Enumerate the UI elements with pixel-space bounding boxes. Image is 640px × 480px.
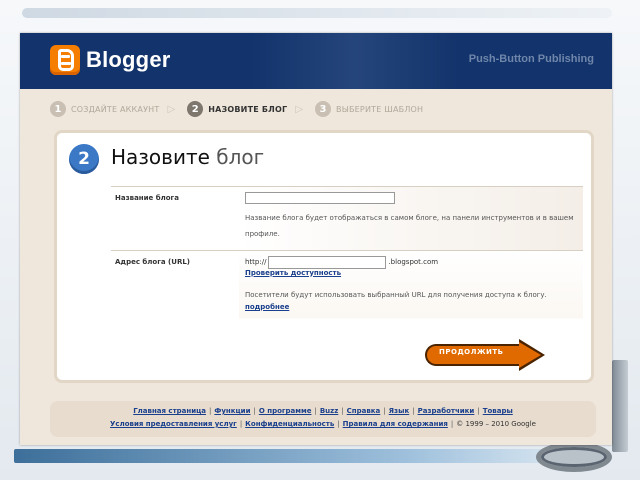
blog-address-label: Адрес блога (URL) (111, 249, 239, 319)
blog-name-hint: Название блога будет отображаться в само… (245, 213, 574, 238)
footer-link-language[interactable]: Язык (389, 407, 410, 415)
step-arrow-icon: ▷ (295, 103, 304, 115)
arrow-right-icon-fill (519, 342, 541, 368)
footer-link-about[interactable]: О программе (259, 407, 312, 415)
check-availability-link[interactable]: Проверить доступность (245, 269, 341, 277)
blog-name-row: Название блога Название блога будет отоб… (111, 186, 583, 250)
url-prefix: http:// (245, 258, 267, 266)
copyright: © 1999 – 2010 Google (456, 420, 536, 428)
slide-decoration-top (22, 8, 612, 18)
slide-decoration-ring (536, 442, 612, 472)
continue-button[interactable]: ПРОДОЛЖИТЬ (425, 339, 549, 373)
header: Blogger Push-Button Publishing (20, 33, 612, 89)
blog-name-input[interactable] (245, 192, 395, 204)
step-create-account: 1 СОЗДАЙТЕ АККАУНТ ▷ (50, 101, 181, 117)
blog-name-label: Название блога (111, 186, 239, 250)
step-label: ВЫБЕРИТЕ ШАБЛОН (336, 104, 424, 114)
blog-name-cell: Название блога будет отображаться в само… (239, 186, 583, 250)
url-suffix: .blogspot.com (388, 258, 439, 266)
signup-steps: 1 СОЗДАЙТЕ АККАУНТ ▷ 2 НАЗОВИТЕ БЛОГ ▷ 3… (50, 99, 429, 119)
brand-name[interactable]: Blogger (86, 47, 171, 73)
footer-link-developers[interactable]: Разработчики (418, 407, 475, 415)
form-card: 2 Назовите блог Название блога Название … (54, 130, 594, 383)
tagline: Push-Button Publishing (468, 53, 594, 65)
url-line: http:// .blogspot.com (245, 255, 577, 269)
header-glow (250, 33, 460, 89)
slide-decoration-right (612, 360, 628, 452)
footer-link-home[interactable]: Главная страница (133, 407, 206, 415)
step-number: 1 (50, 101, 66, 117)
blogger-page: Blogger Push-Button Publishing 1 СОЗДАЙТ… (20, 33, 612, 445)
more-info-link[interactable]: подробнее (245, 303, 289, 311)
step-badge: 2 (69, 144, 99, 174)
footer-link-content-policy[interactable]: Правила для содержания (343, 420, 448, 428)
page-title: Назовите блог (111, 145, 264, 169)
footer-link-features[interactable]: Функции (214, 407, 250, 415)
footer-row-2: Условия предоставления услуг | Конфиденциа… (110, 420, 536, 428)
step-label: СОЗДАЙТЕ АККАУНТ (71, 104, 160, 114)
step-number: 2 (187, 101, 204, 117)
step-choose-template: 3 ВЫБЕРИТЕ ШАБЛОН (315, 101, 423, 117)
continue-label: ПРОДОЛЖИТЬ (439, 348, 504, 356)
footer-link-help[interactable]: Справка (347, 407, 381, 415)
blog-address-hint: Посетители будут использовать выбранный … (245, 290, 547, 299)
blog-address-cell: http:// .blogspot.com Проверить доступно… (239, 249, 583, 319)
title-sub: блог (216, 145, 265, 169)
blog-address-input[interactable] (268, 255, 387, 269)
logo-letter-b (58, 49, 74, 71)
slide-decoration-bottom (14, 449, 574, 463)
step-number: 3 (315, 101, 332, 117)
footer-row-1: Главная страница | Функции | О программе | Buz… (133, 407, 513, 415)
footer: Главная страница | Функции | О программе | Buz… (50, 401, 596, 437)
footer-link-buzz[interactable]: Buzz (320, 407, 338, 415)
step-arrow-icon: ▷ (167, 103, 176, 115)
step-name-blog: 2 НАЗОВИТЕ БЛОГ ▷ (187, 101, 309, 117)
blog-address-row: Адрес блога (URL) http:// .blogspot.com … (111, 249, 583, 319)
footer-link-products[interactable]: Товары (483, 407, 513, 415)
blogger-logo-icon[interactable] (50, 45, 80, 75)
step-label: НАЗОВИТЕ БЛОГ (208, 104, 288, 114)
footer-link-terms[interactable]: Условия предоставления услуг (110, 420, 237, 428)
footer-link-privacy[interactable]: Конфиденциальность (245, 420, 334, 428)
title-main: Назовите (111, 145, 210, 169)
blog-form: Название блога Название блога будет отоб… (111, 186, 583, 319)
